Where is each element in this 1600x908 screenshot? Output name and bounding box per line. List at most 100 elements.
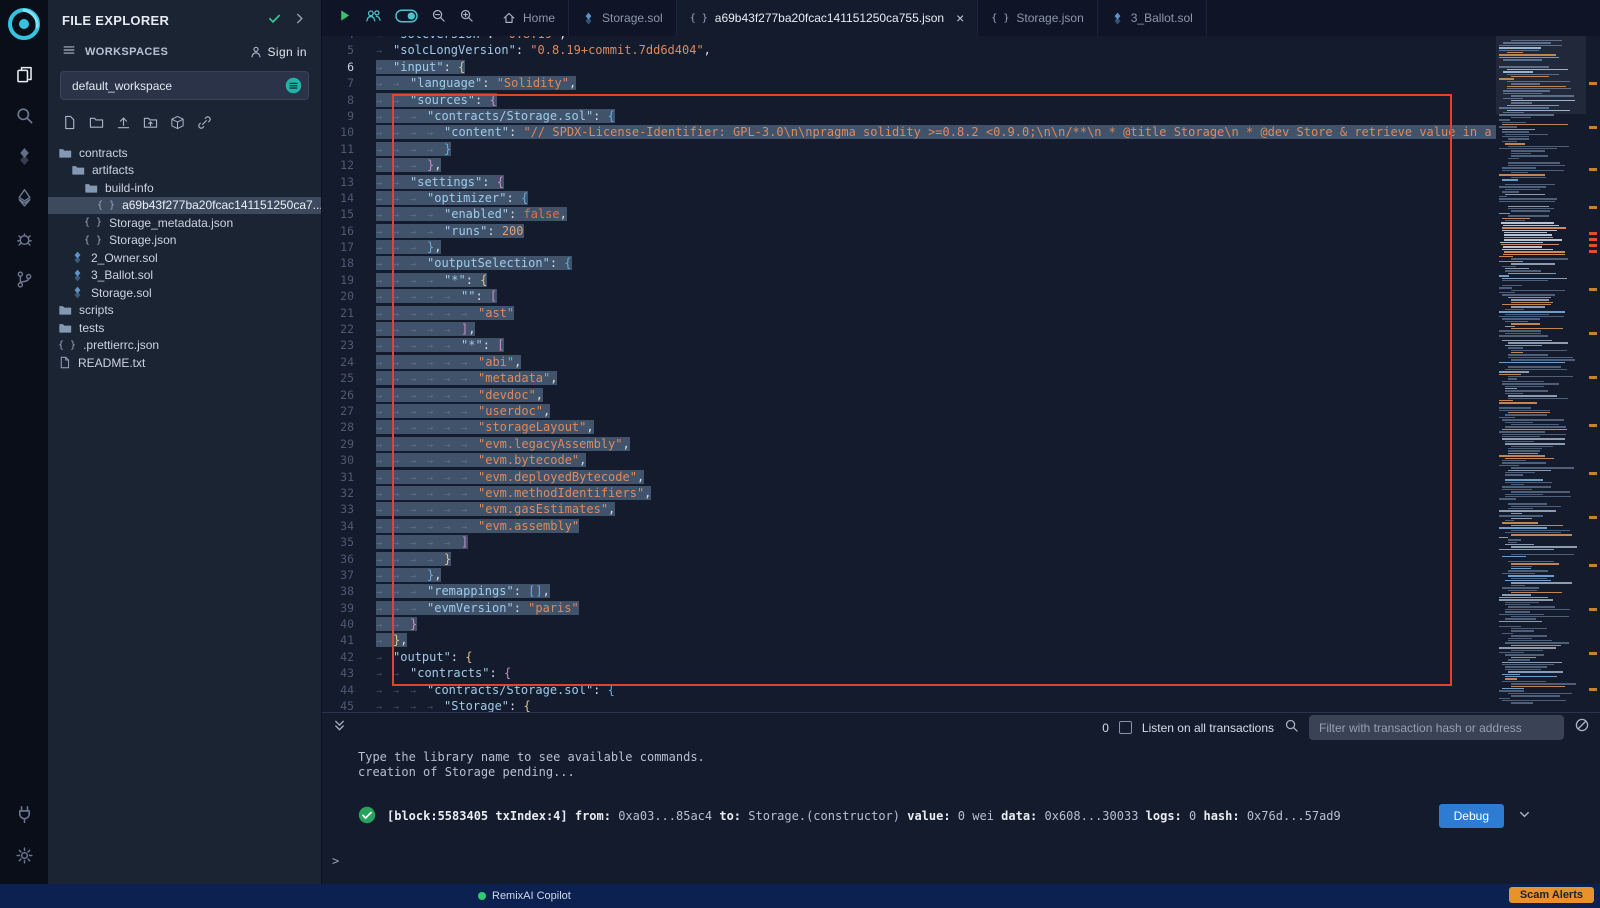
code-line-22[interactable]: 22→→→→→], — [322, 321, 1496, 337]
link-icon[interactable] — [197, 115, 212, 135]
code-line-11[interactable]: 11→→→→} — [322, 141, 1496, 157]
plugin-manager-icon[interactable] — [0, 794, 48, 835]
cube-icon[interactable] — [170, 115, 185, 135]
code-line-36[interactable]: 36→→→→} — [322, 551, 1496, 567]
deploy-and-run-icon[interactable] — [0, 177, 48, 218]
code-line-15[interactable]: 15→→→→"enabled": false, — [322, 206, 1496, 222]
tree-item-tests[interactable]: tests — [48, 319, 321, 337]
tree-item-scripts[interactable]: scripts — [48, 302, 321, 320]
ai-copilot-toggle[interactable] — [395, 9, 418, 28]
solidity-compiler-icon[interactable] — [0, 136, 48, 177]
code-line-27[interactable]: 27→→→→→→"userdoc", — [322, 403, 1496, 419]
code-line-23[interactable]: 23→→→→→"*": [ — [322, 337, 1496, 353]
code-line-21[interactable]: 21→→→→→→"ast" — [322, 305, 1496, 321]
new-folder-icon[interactable] — [89, 115, 104, 135]
tree-item-storage-metadata-json[interactable]: { }Storage_metadata.json — [48, 214, 321, 232]
listen-all-checkbox[interactable] — [1119, 721, 1132, 734]
chevron-down-icon[interactable] — [1517, 807, 1532, 825]
debugger-icon[interactable] — [0, 218, 48, 259]
code-line-28[interactable]: 28→→→→→→"storageLayout", — [322, 419, 1496, 435]
tree-item-artifacts[interactable]: artifacts — [48, 162, 321, 180]
check-icon[interactable] — [267, 11, 282, 29]
code-line-13[interactable]: 13→→"settings": { — [322, 174, 1496, 190]
code-line-6[interactable]: 6→"input": { — [322, 59, 1496, 75]
copilot-status[interactable]: RemixAI Copilot — [478, 884, 571, 908]
code-line-32[interactable]: 32→→→→→→"evm.methodIdentifiers", — [322, 485, 1496, 501]
code-line-7[interactable]: 7→→"language": "Solidity", — [322, 75, 1496, 91]
code-line-41[interactable]: 41→}, — [322, 632, 1496, 648]
code-line-37[interactable]: 37→→→}, — [322, 567, 1496, 583]
code-line-25[interactable]: 25→→→→→→"metadata", — [322, 370, 1496, 386]
code-line-40[interactable]: 40→→} — [322, 616, 1496, 632]
code-line-8[interactable]: 8→→"sources": { — [322, 92, 1496, 108]
code-editor[interactable]: 4→"solcVersion": "0.8.19",5→"solcLongVer… — [322, 36, 1600, 712]
code-line-42[interactable]: 42→"output": { — [322, 649, 1496, 665]
tree-item-storage-json[interactable]: { }Storage.json — [48, 232, 321, 250]
code-line-20[interactable]: 20→→→→→"": [ — [322, 288, 1496, 304]
code-line-39[interactable]: 39→→→"evmVersion": "paris" — [322, 600, 1496, 616]
tree-item-build-info[interactable]: build-info — [48, 179, 321, 197]
code-line-16[interactable]: 16→→→→"runs": 200 — [322, 223, 1496, 239]
code-line-12[interactable]: 12→→→}, — [322, 157, 1496, 173]
upload-folder-icon[interactable] — [143, 115, 158, 135]
code-line-43[interactable]: 43→→"contracts": { — [322, 665, 1496, 681]
search-icon[interactable] — [0, 95, 48, 136]
code-line-9[interactable]: 9→→→"contracts/Storage.sol": { — [322, 108, 1496, 124]
code-line-5[interactable]: 5→"solcLongVersion": "0.8.19+commit.7dd6… — [322, 42, 1496, 58]
tree-item-contracts[interactable]: contracts — [48, 144, 321, 162]
code-line-19[interactable]: 19→→→→"*": { — [322, 272, 1496, 288]
transaction-row[interactable]: [block:5583405 txIndex:4] from: 0xa03...… — [358, 804, 1600, 828]
code-line-14[interactable]: 14→→→"optimizer": { — [322, 190, 1496, 206]
code-line-38[interactable]: 38→→→"remappings": [], — [322, 583, 1496, 599]
code-line-33[interactable]: 33→→→→→→"evm.gasEstimates", — [322, 501, 1496, 517]
tree-item-2-owner-sol[interactable]: 2_Owner.sol — [48, 249, 321, 267]
code-line-24[interactable]: 24→→→→→→"abi", — [322, 354, 1496, 370]
remix-logo-icon[interactable] — [6, 6, 42, 42]
settings-gear-icon[interactable] — [0, 835, 48, 876]
tree-item-readme-txt[interactable]: README.txt — [48, 354, 321, 372]
code-line-35[interactable]: 35→→→→→] — [322, 534, 1496, 550]
scam-alerts-badge[interactable]: Scam Alerts — [1509, 887, 1594, 903]
hamburger-icon[interactable] — [62, 43, 76, 60]
code-line-45[interactable]: 45→→→→"Storage": { — [322, 698, 1496, 712]
collapse-terminal-icon[interactable] — [332, 718, 347, 738]
tree-item-3-ballot-sol[interactable]: 3_Ballot.sol — [48, 267, 321, 285]
tree-item-storage-sol[interactable]: Storage.sol — [48, 284, 321, 302]
tree-item-prettierrc-json[interactable]: { }.prettierrc.json — [48, 337, 321, 355]
code-line-10[interactable]: 10→→→→"content": "// SPDX-License-Identi… — [322, 124, 1496, 140]
users-icon[interactable] — [365, 7, 382, 29]
tab-storage-json[interactable]: { }Storage.json — [978, 0, 1097, 36]
file-explorer-icon[interactable] — [0, 54, 48, 95]
code-line-26[interactable]: 26→→→→→→"devdoc", — [322, 387, 1496, 403]
code-line-18[interactable]: 18→→→"outputSelection": { — [322, 255, 1496, 271]
sign-in-button[interactable]: Sign in — [249, 45, 308, 59]
code-line-34[interactable]: 34→→→→→→"evm.assembly" — [322, 518, 1496, 534]
upload-file-icon[interactable] — [116, 115, 131, 135]
code-line-31[interactable]: 31→→→→→→"evm.deployedBytecode", — [322, 469, 1496, 485]
run-script-icon[interactable] — [337, 8, 352, 28]
git-icon[interactable] — [0, 259, 48, 300]
debug-button[interactable]: Debug — [1439, 804, 1504, 828]
workspace-options-icon[interactable] — [285, 77, 302, 94]
overview-ruler[interactable] — [1586, 36, 1600, 712]
tab-home[interactable]: Home — [489, 0, 569, 36]
code-line-17[interactable]: 17→→→}, — [322, 239, 1496, 255]
tab-a69b43f277ba20fcac141151250ca755-json[interactable]: { }a69b43f277ba20fcac141151250ca755.json… — [677, 0, 979, 36]
zoom-in-icon[interactable] — [459, 8, 474, 28]
code-line-44[interactable]: 44→→→"contracts/Storage.sol": { — [322, 682, 1496, 698]
transaction-filter-input[interactable] — [1309, 715, 1564, 740]
new-file-icon[interactable] — [62, 115, 77, 135]
code-line-29[interactable]: 29→→→→→→"evm.legacyAssembly", — [322, 436, 1496, 452]
tab-3-ballot-sol[interactable]: 3_Ballot.sol — [1098, 0, 1207, 36]
clear-terminal-icon[interactable] — [1574, 717, 1590, 738]
terminal-output[interactable]: Type the library name to see available c… — [322, 742, 1600, 884]
chevron-right-icon[interactable] — [292, 11, 307, 29]
terminal-search-icon[interactable] — [1284, 718, 1299, 738]
minimap[interactable] — [1496, 36, 1586, 712]
tree-item-a69b43f277ba20fcac141151250ca7[interactable]: { }a69b43f277ba20fcac141151250ca7... — [48, 197, 321, 215]
terminal-prompt[interactable]: > — [332, 854, 339, 868]
tab-storage-sol[interactable]: Storage.sol — [569, 0, 677, 36]
zoom-out-icon[interactable] — [431, 8, 446, 28]
workspace-selector[interactable]: default_workspace — [60, 71, 309, 100]
code-line-30[interactable]: 30→→→→→→"evm.bytecode", — [322, 452, 1496, 468]
